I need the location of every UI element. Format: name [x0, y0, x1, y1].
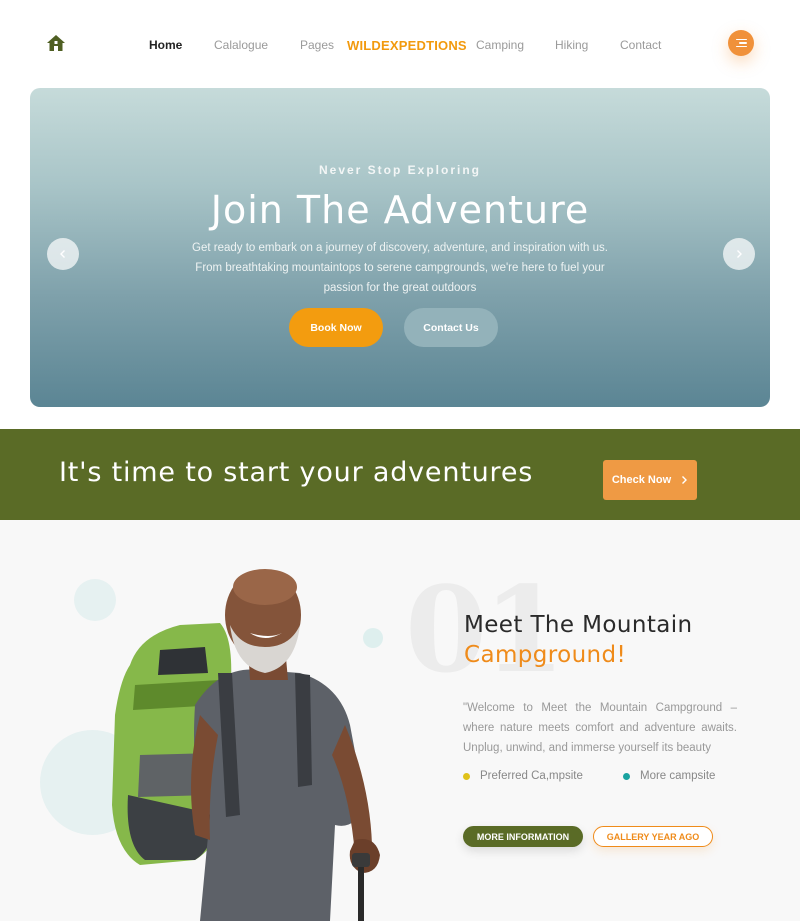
about-section: 01 Meet The Mountain Campground! "Welcom…: [0, 520, 800, 921]
hero-title: Join The Adventure: [210, 188, 590, 232]
hero-subtitle: Never Stop Exploring: [318, 163, 482, 177]
feature-label: Preferred Ca,mpsite: [480, 770, 583, 782]
hero-slider: Never Stop Exploring Join The Adventure …: [30, 88, 770, 407]
cta-banner: It's time to start your adventures Check…: [0, 429, 800, 520]
nav-link-catalogue[interactable]: Calalogue: [214, 38, 268, 52]
home-icon[interactable]: [46, 34, 66, 52]
check-now-label: Check Now: [611, 474, 672, 486]
more-information-button[interactable]: MORE INFORMATION: [463, 826, 583, 847]
chevron-left-icon: [60, 250, 65, 258]
menu-button[interactable]: [728, 30, 754, 56]
contact-us-button[interactable]: Contact Us: [404, 308, 498, 347]
feature-item: Preferred Ca,mpsite: [463, 770, 583, 782]
chevron-right-icon: [682, 476, 688, 484]
nav-link-contact[interactable]: Contact: [620, 38, 661, 52]
nav-link-camping[interactable]: Camping: [476, 38, 524, 52]
book-now-button[interactable]: Book Now: [289, 308, 383, 347]
hero-description: Get ready to embark on a journey of disc…: [192, 242, 608, 294]
nav-link-pages[interactable]: Pages: [300, 38, 334, 52]
hamburger-menu-icon: [735, 38, 747, 48]
about-title-highlight: Campground!: [464, 642, 627, 668]
nav-link-home[interactable]: Home: [149, 38, 182, 52]
banner-headline: It's time to start your adventures: [59, 457, 534, 488]
gallery-button[interactable]: GALLERY YEAR AGO: [593, 826, 713, 847]
brand-logo-text[interactable]: WILDEXPEDTIONS: [347, 38, 467, 53]
check-now-button[interactable]: Check Now: [603, 460, 697, 500]
bullet-dot-icon: [463, 772, 470, 780]
hiker-photo: [112, 569, 380, 921]
about-description: "Welcome to Meet the Mountain Campground…: [463, 702, 737, 754]
slider-prev-button[interactable]: [47, 238, 79, 270]
nav-link-hiking[interactable]: Hiking: [555, 38, 588, 52]
about-title: Meet The Mountain: [464, 612, 693, 638]
bullet-dot-icon: [623, 772, 630, 780]
chevron-right-icon: [737, 250, 742, 258]
feature-item: More campsite: [623, 770, 715, 782]
slider-next-button[interactable]: [723, 238, 755, 270]
feature-label: More campsite: [640, 770, 716, 782]
top-navigation: Home Calalogue Pages WILDEXPEDTIONS Camp…: [0, 0, 800, 88]
